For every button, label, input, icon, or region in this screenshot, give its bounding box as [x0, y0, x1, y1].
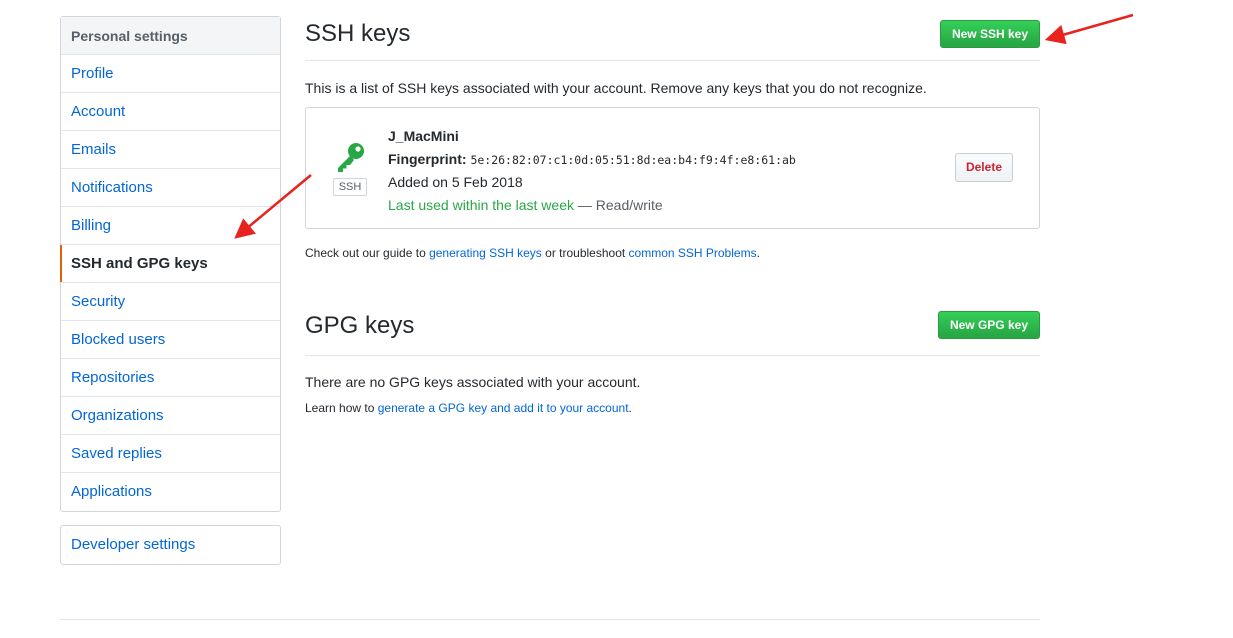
guide-suffix: .: [756, 246, 760, 260]
ssh-guide-text: Check out our guide to generating SSH ke…: [305, 246, 1040, 260]
menu-heading: Personal settings: [61, 17, 280, 55]
sidebar-item-profile[interactable]: Profile: [61, 55, 280, 93]
sidebar-item-ssh-gpg-keys[interactable]: SSH and GPG keys: [60, 245, 280, 283]
sidebar-item-repositories[interactable]: Repositories: [61, 359, 280, 397]
sidebar-item-security[interactable]: Security: [61, 283, 280, 321]
new-gpg-key-button[interactable]: New GPG key: [937, 311, 1040, 339]
ssh-key-item: SSH J_MacMini Fingerprint: 5e:26:82:07:c…: [305, 107, 1040, 229]
main-content: SSH keys New SSH key This is a list of S…: [305, 0, 1040, 415]
generating-ssh-keys-link[interactable]: generating SSH keys: [429, 246, 542, 260]
sidebar-item-emails[interactable]: Emails: [61, 131, 280, 169]
sidebar-item-blocked-users[interactable]: Blocked users: [61, 321, 280, 359]
common-ssh-problems-link[interactable]: common SSH Problems: [629, 246, 757, 260]
sidebar-item-account[interactable]: Account: [61, 93, 280, 131]
ssh-keys-header: SSH keys New SSH key: [305, 0, 1040, 61]
guide-middle: or troubleshoot: [541, 246, 629, 260]
sidebar-item-developer-settings[interactable]: Developer settings: [61, 526, 280, 564]
ssh-key-added-date: Added on 5 Feb 2018: [388, 174, 523, 190]
developer-settings-menu: Developer settings: [60, 525, 281, 565]
sidebar-item-applications[interactable]: Applications: [61, 473, 280, 511]
gpg-keys-header: GPG keys New GPG key: [305, 294, 1040, 356]
key-icon: [338, 143, 364, 172]
arrow-to-new-ssh-key: [1044, 13, 1134, 45]
sidebar-item-notifications[interactable]: Notifications: [61, 169, 280, 207]
generate-gpg-key-link[interactable]: generate a GPG key and add it to your ac…: [378, 401, 629, 415]
sidebar-item-organizations[interactable]: Organizations: [61, 397, 280, 435]
guide-prefix: Check out our guide to: [305, 246, 430, 260]
ssh-key-details: J_MacMini Fingerprint: 5e:26:82:07:c1:0d…: [388, 125, 796, 216]
sidebar-item-saved-replies[interactable]: Saved replies: [61, 435, 280, 473]
ssh-key-fingerprint-row: Fingerprint: 5e:26:82:07:c1:0d:05:51:8d:…: [388, 148, 796, 172]
delete-ssh-key-button[interactable]: Delete: [954, 153, 1013, 182]
footer-divider: [60, 619, 1040, 620]
new-ssh-key-button[interactable]: New SSH key: [939, 20, 1040, 48]
ssh-key-type-label: SSH: [333, 178, 367, 196]
ssh-keys-description: This is a list of SSH keys associated wi…: [305, 80, 927, 96]
ssh-key-access: — Read/write: [574, 196, 663, 213]
ssh-key-last-used: Last used within the last week: [388, 196, 574, 213]
gpg-empty-message: There are no GPG keys associated with yo…: [305, 374, 641, 390]
ssh-key-name: J_MacMini: [388, 128, 459, 144]
fingerprint-value: 5e:26:82:07:c1:0d:05:51:8d:ea:b4:f9:4f:e…: [470, 152, 796, 167]
sidebar-item-billing[interactable]: Billing: [61, 207, 280, 245]
gpg-keys-title: GPG keys: [305, 312, 415, 339]
ssh-keys-title: SSH keys: [305, 20, 411, 47]
ssh-key-usage-row: Last used within the last week — Read/wr…: [388, 194, 796, 217]
learn-suffix: .: [628, 401, 632, 415]
personal-settings-menu: Personal settings Profile Account Emails…: [60, 16, 281, 512]
learn-prefix: Learn how to: [305, 401, 378, 415]
gpg-learn-text: Learn how to generate a GPG key and add …: [305, 401, 1040, 415]
fingerprint-label: Fingerprint:: [388, 150, 467, 167]
